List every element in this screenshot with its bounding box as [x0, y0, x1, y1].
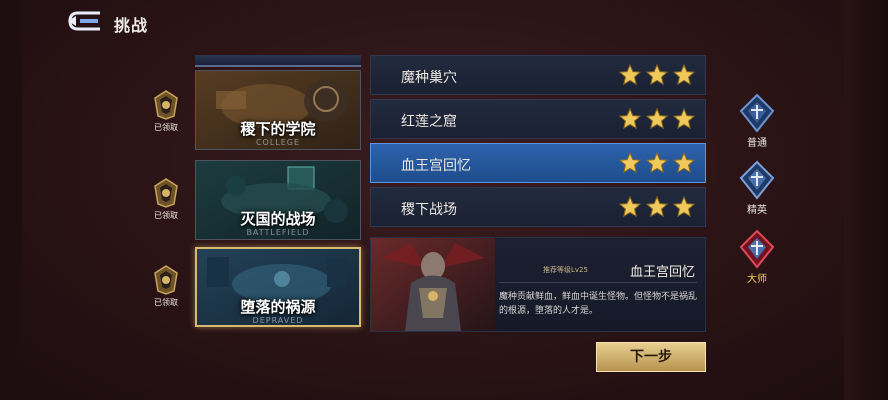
- badge-label: 已领取: [154, 298, 178, 307]
- stage-name: 魔种巢穴: [401, 70, 457, 86]
- stage-stars: [619, 152, 695, 174]
- stage-stars: [619, 196, 695, 218]
- gold-star-icon: [646, 64, 668, 86]
- left-edge: [0, 0, 22, 400]
- difficulty-master[interactable]: 大师: [736, 229, 778, 285]
- map-card-college[interactable]: 稷下的学院 COLLEGE: [195, 70, 361, 150]
- reward-badge-3[interactable]: 已领取: [150, 265, 182, 308]
- gold-star-icon: [673, 64, 695, 86]
- gold-crest-icon: [154, 178, 178, 208]
- stage-item[interactable]: 稷下战场: [370, 187, 706, 227]
- stage-item[interactable]: 魔种巢穴: [370, 55, 706, 95]
- difficulty-elite[interactable]: 精英: [736, 160, 778, 216]
- stage-item[interactable]: 红莲之窟: [370, 99, 706, 139]
- gold-crest-icon: [154, 90, 178, 120]
- diamond-crest-icon: [739, 229, 775, 269]
- difficulty-normal[interactable]: 普通: [736, 93, 778, 149]
- map-name: 灭国的战场: [240, 210, 316, 228]
- badge-label: 已领取: [154, 123, 178, 132]
- gold-crest-icon: [154, 265, 178, 295]
- badge-label: 已领取: [154, 211, 178, 220]
- map-name: 稷下的学院: [240, 120, 316, 138]
- map-card-battlefield[interactable]: 灭国的战场 BATTLEFIELD: [195, 160, 361, 240]
- map-subtitle: COLLEGE: [255, 138, 301, 147]
- map-list-top-edge: [195, 55, 361, 67]
- map-subtitle: DEPRAVED: [252, 316, 304, 325]
- page-title: 挑战: [114, 16, 149, 35]
- stage-stars: [619, 64, 695, 86]
- gold-star-icon: [673, 196, 695, 218]
- gold-star-icon: [646, 196, 668, 218]
- stage-name: 红莲之窟: [401, 114, 457, 130]
- gold-star-icon: [619, 152, 641, 174]
- reward-badge-1[interactable]: 已领取: [150, 90, 182, 133]
- stage-name: 血王宫回忆: [401, 158, 471, 174]
- stage-detail-panel: 推荐等级Lv25 血王宫回忆 魔种贡献鲜血，鲜血中诞生怪物。但怪物不是祸乱的根源…: [370, 237, 706, 332]
- stage-name: 稷下战场: [401, 202, 457, 218]
- difficulty-label: 精英: [747, 205, 767, 216]
- stage-item-selected[interactable]: 血王宫回忆: [370, 143, 706, 183]
- back-arrow-icon: [68, 11, 100, 31]
- reward-badge-2[interactable]: 已领取: [150, 178, 182, 221]
- gold-star-icon: [619, 108, 641, 130]
- map-card-depraved[interactable]: 堕落的祸源 DEPRAVED: [195, 247, 361, 327]
- gold-star-icon: [619, 196, 641, 218]
- difficulty-label: 大师: [747, 274, 767, 285]
- next-step-button[interactable]: 下一步: [596, 342, 706, 372]
- gold-star-icon: [673, 152, 695, 174]
- gold-star-icon: [619, 64, 641, 86]
- diamond-crest-icon: [739, 160, 775, 200]
- gold-star-icon: [646, 152, 668, 174]
- difficulty-label: 普通: [747, 138, 767, 149]
- detail-divider: [499, 282, 697, 283]
- right-edge: [844, 0, 888, 400]
- top-bar: 挑战: [0, 0, 888, 44]
- map-name: 堕落的祸源: [240, 298, 316, 316]
- map-subtitle: BATTLEFIELD: [246, 228, 310, 237]
- diamond-crest-icon: [739, 93, 775, 133]
- stage-description: 魔种贡献鲜血，鲜血中诞生怪物。但怪物不是祸乱的根源，堕落的人才是。: [499, 292, 698, 316]
- gold-star-icon: [646, 108, 668, 130]
- gold-star-icon: [673, 108, 695, 130]
- recommended-level: 推荐等级Lv25: [543, 266, 588, 274]
- detail-stage-name: 血王宫回忆: [629, 265, 695, 280]
- back-button[interactable]: [66, 10, 104, 32]
- stage-stars: [619, 108, 695, 130]
- boss-portrait: [371, 238, 495, 331]
